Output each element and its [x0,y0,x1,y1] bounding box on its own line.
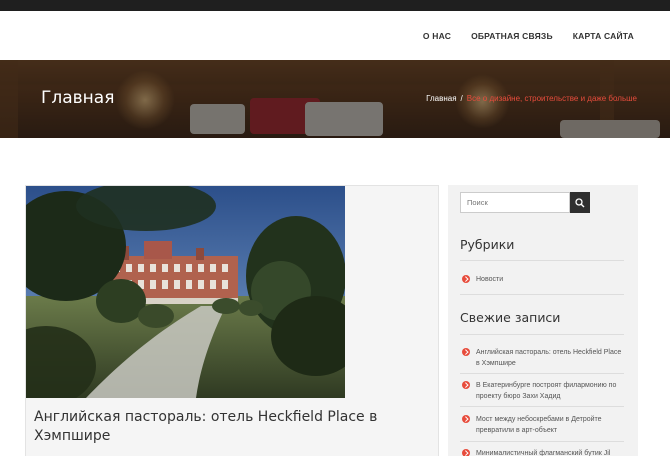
recent-post-label: Минималистичный флагманский бутик Jil [476,450,611,456]
post-card: Английская пастораль: отель Heckfield Pl… [25,185,439,456]
recent-post-item[interactable]: Английская пастораль: отель Heckfield Pl… [462,347,622,369]
top-bar [0,0,670,11]
search-form [460,192,590,213]
search-input[interactable] [460,192,570,213]
chevron-right-icon [462,415,470,423]
search-icon [575,197,585,207]
page-banner: Главная Главная / Все о дизайне, строите… [0,60,670,138]
rubric-item-label: Новости [476,276,504,283]
recent-post-item[interactable]: Мост между небоскребами в Детройте превр… [462,414,622,436]
breadcrumb-separator: / [460,94,463,103]
divider [460,441,624,442]
recent-post-label: В Екатеринбурге построят филармонию по п… [476,382,617,400]
chevron-right-icon [462,348,470,356]
site-header: О НАС ОБРАТНАЯ СВЯЗЬ КАРТА САЙТА [0,11,670,60]
chevron-right-icon [462,381,470,389]
nav-item-sitemap[interactable]: КАРТА САЙТА [573,31,634,41]
breadcrumb-current: Все о дизайне, строительстве и даже боль… [466,94,637,103]
sidebar: Рубрики Новости Свежие записи Английская… [448,185,638,456]
divider [460,334,624,335]
nav-item-about[interactable]: О НАС [423,31,451,41]
recent-post-item[interactable]: Минималистичный флагманский бутик Jil [462,448,622,456]
post-title[interactable]: Английская пастораль: отель Heckfield Pl… [34,408,424,446]
nav-item-feedback[interactable]: ОБРАТНАЯ СВЯЗЬ [471,31,553,41]
chevron-right-icon [462,449,470,456]
divider [460,294,624,295]
recent-post-label: Мост между небоскребами в Детройте превр… [476,416,602,434]
post-thumbnail-image [26,186,345,398]
rubrics-title: Рубрики [460,237,515,252]
main-nav: О НАС ОБРАТНАЯ СВЯЗЬ КАРТА САЙТА [423,11,634,60]
breadcrumb-home[interactable]: Главная [426,94,456,103]
divider [460,373,624,374]
breadcrumb: Главная / Все о дизайне, строительстве и… [426,94,637,103]
divider [460,406,624,407]
chevron-right-icon [462,275,470,283]
recent-post-label: Английская пастораль: отель Heckfield Pl… [476,349,622,367]
search-button[interactable] [570,192,590,213]
recent-posts-title: Свежие записи [460,310,561,325]
post-thumbnail[interactable] [26,186,345,398]
page-title: Главная [41,88,115,108]
recent-post-item[interactable]: В Екатеринбурге построят филармонию по п… [462,380,622,402]
rubric-item[interactable]: Новости [462,274,622,285]
divider [460,260,624,261]
